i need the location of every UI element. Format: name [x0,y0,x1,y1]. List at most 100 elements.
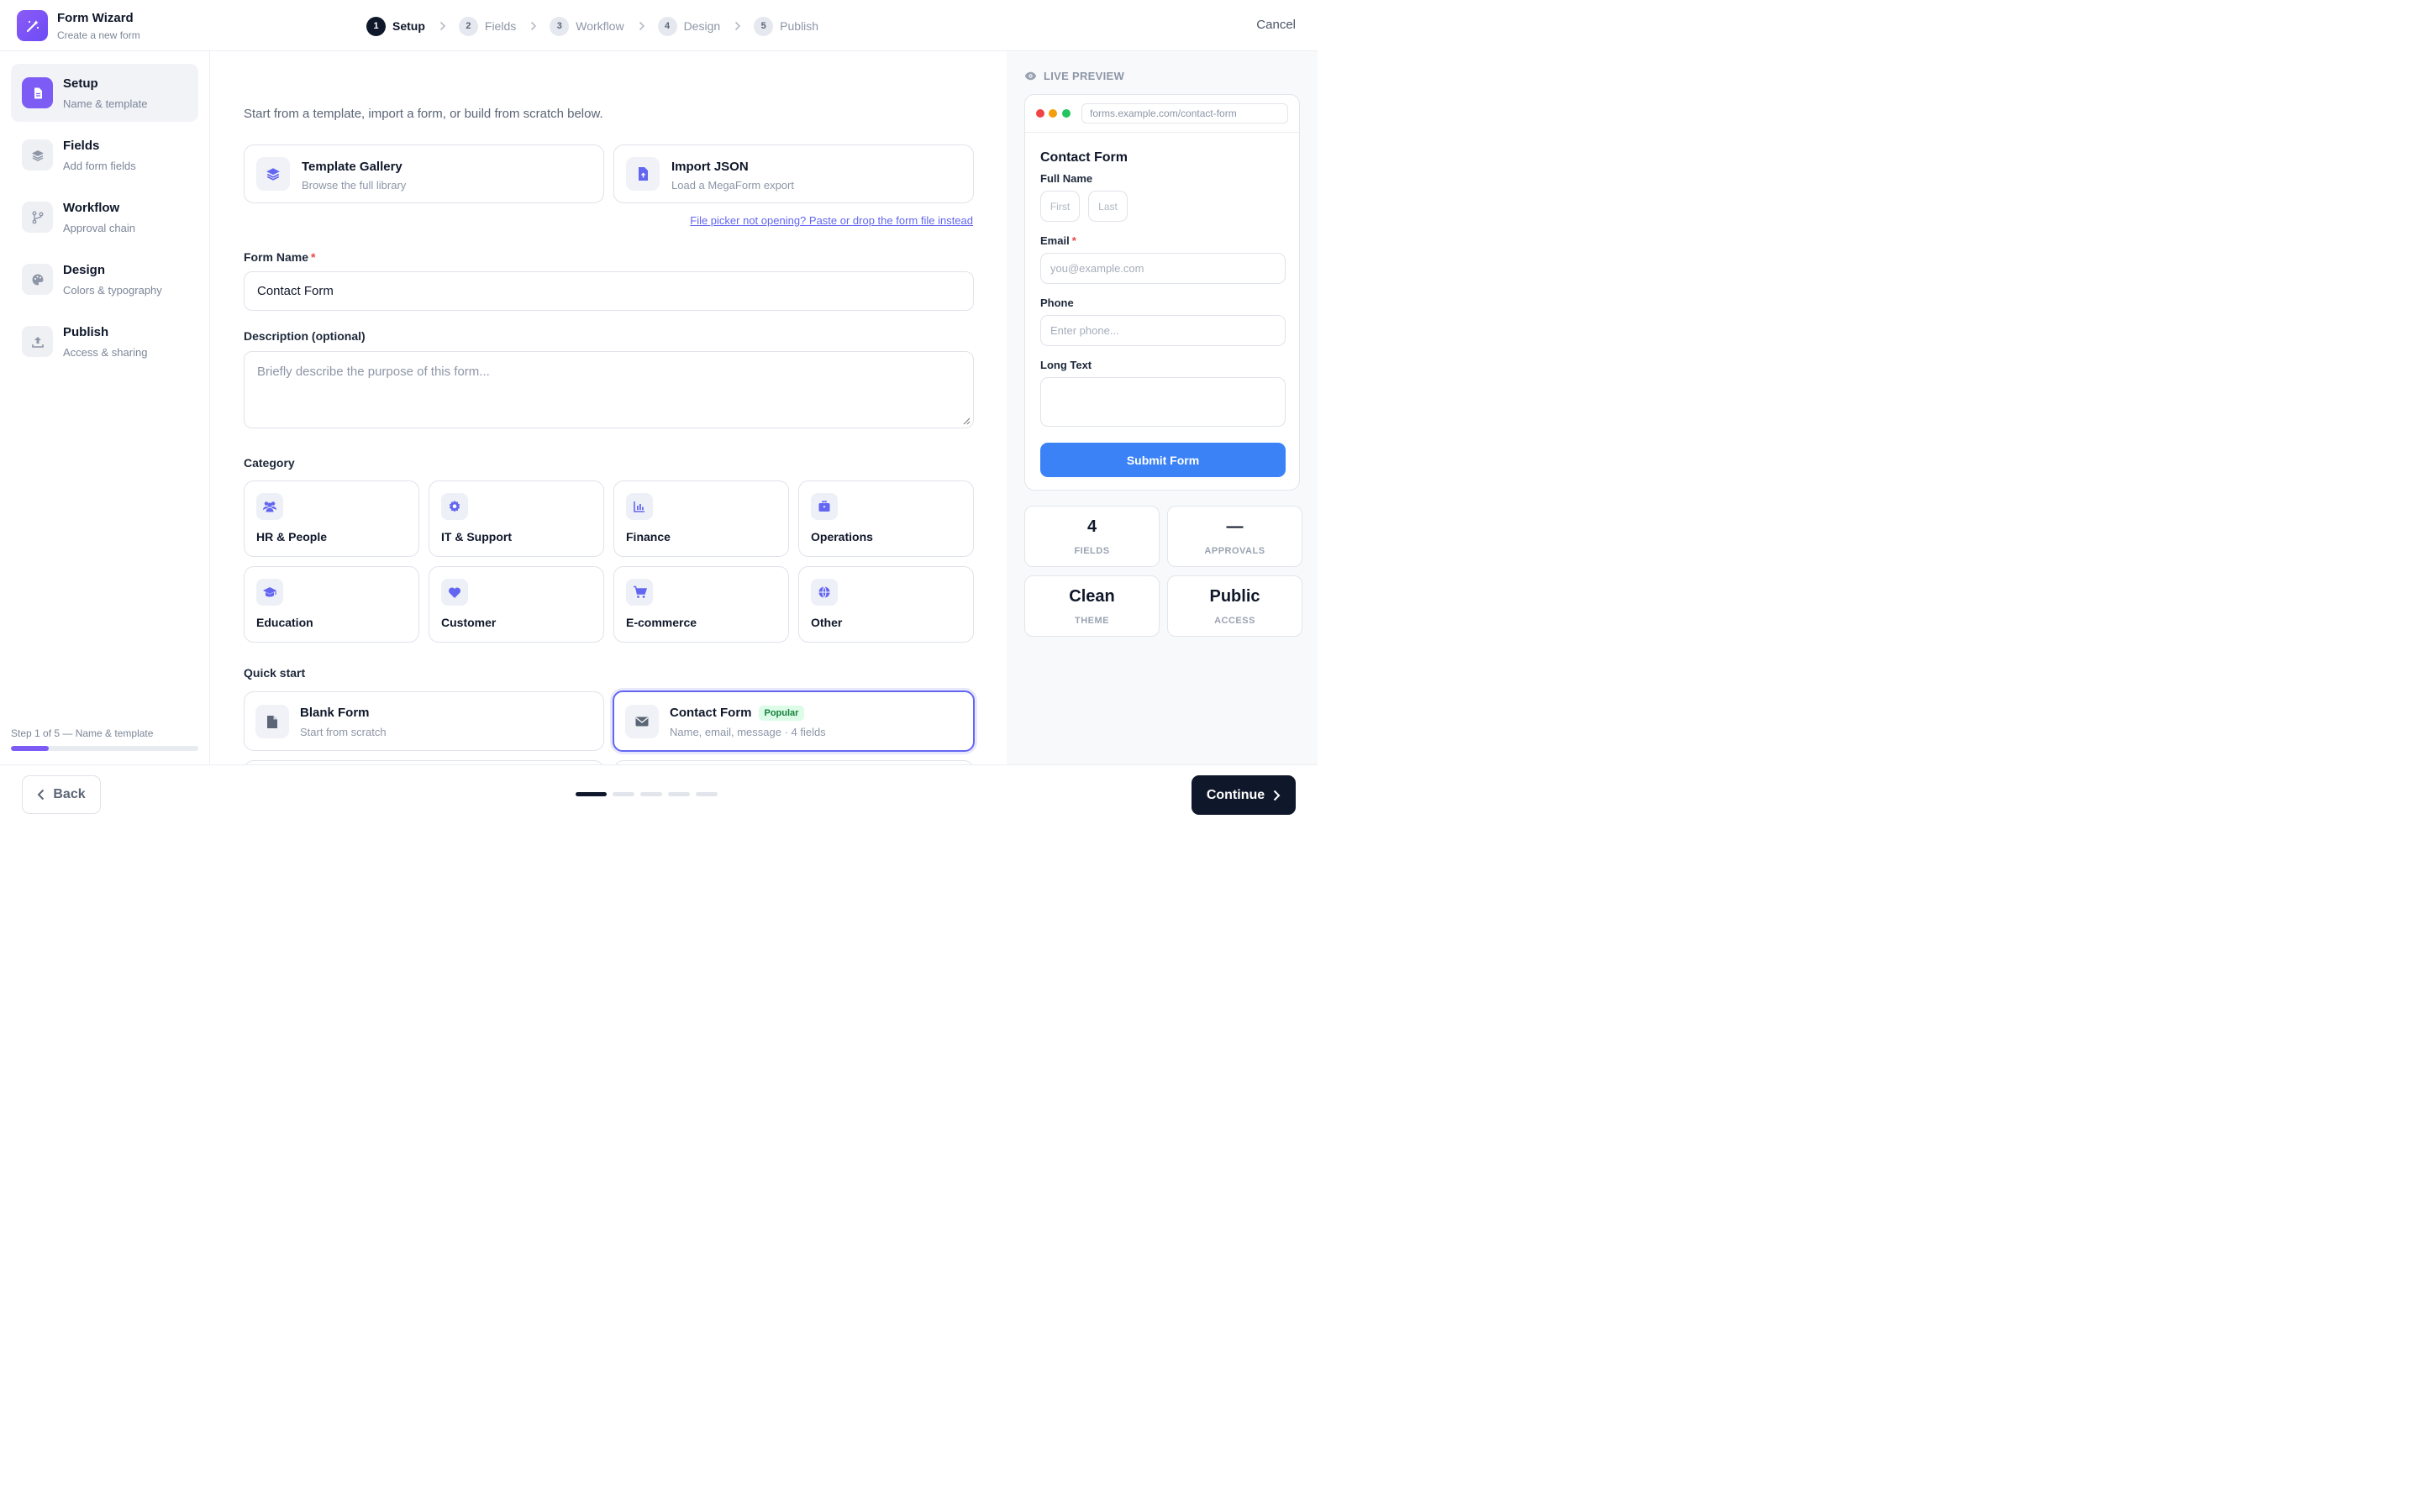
quick-start-title: Contact Form Popular [670,706,805,721]
top-bar: Form Wizard Create a new form 1 Setup 2 … [0,0,1318,51]
preview-long-text-input[interactable] [1040,377,1286,427]
stat-access: Public ACCESS [1167,575,1302,637]
continue-button[interactable]: Continue [1192,775,1296,815]
step-label: Setup [392,19,425,33]
category-education[interactable]: Education [244,566,419,643]
preview-form-title: Contact Form [1040,150,1128,165]
preview-phone-input[interactable]: Enter phone... [1040,315,1286,346]
step-number: 3 [550,16,570,36]
globe-icon [811,579,838,606]
preview-url: forms.example.com/contact-form [1081,103,1288,123]
card-title: Import JSON [671,160,749,174]
back-button[interactable]: Back [22,775,101,814]
preview-email-label: Email * [1040,234,1076,247]
preview-submit-button[interactable]: Submit Form [1040,443,1286,477]
stat-label: THEME [1075,616,1109,626]
category-label: Category [244,456,295,470]
sidebar-item-workflow[interactable]: Workflow Approval chain [11,188,198,246]
category-title: Customer [441,616,497,629]
preview-last-name-input[interactable]: Last [1088,191,1128,222]
category-ecommerce[interactable]: E-commerce [613,566,789,643]
category-it-support[interactable]: IT & Support [429,480,604,557]
sidebar: Setup Name & template Fields Add form fi… [0,51,210,764]
page-dot [613,792,634,796]
step-fields[interactable]: 2 Fields [458,16,517,36]
footer-bar: Back Continue [0,764,1318,823]
document-icon [22,77,53,108]
file-icon [255,705,289,738]
gear-icon [441,493,468,520]
step-design[interactable]: 4 Design [657,16,720,36]
stat-value: Clean [1069,587,1115,606]
form-name-input[interactable]: Contact Form [244,271,974,311]
category-other[interactable]: Other [798,566,974,643]
category-finance[interactable]: Finance [613,480,789,557]
stat-value: — [1226,517,1244,536]
preview-email-input[interactable]: you@example.com [1040,253,1286,284]
category-hr-people[interactable]: HR & People [244,480,419,557]
category-title: HR & People [256,530,328,543]
quick-start-contact-form[interactable]: Contact Form Popular Name, email, message… [613,690,975,752]
progress-label: Step 1 of 5 — Name & template [11,727,154,739]
quick-start-blank-form[interactable]: Blank Form Start from scratch [244,691,604,751]
stat-label: FIELDS [1074,546,1110,556]
eye-icon [1024,71,1037,81]
category-title: Education [256,616,313,629]
stack-icon [256,157,290,191]
step-label: Publish [780,19,819,33]
stat-theme: Clean THEME [1024,575,1160,637]
sidebar-item-setup[interactable]: Setup Name & template [11,64,198,122]
step-label: Fields [484,19,517,33]
quick-start-subtitle: Name, email, message · 4 fields [670,726,826,738]
card-subtitle: Browse the full library [302,179,407,192]
card-title: Template Gallery [302,160,402,174]
quick-start-label: Quick start [244,666,306,680]
required-marker: * [1071,234,1076,247]
quick-start-title-text: Contact Form [670,706,752,720]
progress-bar [11,746,198,751]
category-operations[interactable]: Operations [798,480,974,557]
category-title: Other [811,616,843,629]
category-customer[interactable]: Customer [429,566,604,643]
preview-window: forms.example.com/contact-form Contact F… [1024,94,1300,491]
required-marker: * [311,250,316,264]
template-gallery-card[interactable]: Template Gallery Browse the full library [244,144,604,203]
page-dots [576,792,723,796]
chevron-right-icon [439,21,447,31]
step-number: 4 [657,16,677,36]
popular-badge: Popular [758,706,805,721]
app-subtitle: Create a new form [57,29,140,41]
preview-first-name-input[interactable]: First [1040,191,1080,222]
heart-icon [441,579,468,606]
upload-icon [22,326,53,357]
resize-handle-icon[interactable] [963,417,971,425]
maximize-dot-icon [1062,109,1071,118]
file-picker-help-link[interactable]: File picker not opening? Paste or drop t… [690,214,973,227]
description-textarea[interactable]: Briefly describe the purpose of this for… [244,351,974,428]
sidebar-item-fields[interactable]: Fields Add form fields [11,126,198,184]
sidebar-item-title: Fields [63,139,100,153]
stat-value: 4 [1086,517,1097,536]
sidebar-item-subtitle: Add form fields [63,160,136,172]
intro-text: Start from a template, import a form, or… [244,107,603,121]
magic-wand-icon [17,10,48,41]
sidebar-item-subtitle: Name & template [63,97,148,110]
main-content: Start from a template, import a form, or… [210,51,1007,764]
sidebar-item-design[interactable]: Design Colors & typography [11,250,198,308]
briefcase-icon [811,493,838,520]
step-indicator: 1 Setup 2 Fields 3 Workflow 4 Design 5 P… [366,15,818,37]
sidebar-item-publish[interactable]: Publish Access & sharing [11,312,198,370]
page-dot [576,792,607,796]
back-label: Back [53,787,86,801]
cancel-button[interactable]: Cancel [1256,18,1296,32]
quick-start-subtitle: Start from scratch [300,726,387,738]
stat-label: ACCESS [1214,616,1255,626]
step-publish[interactable]: 5 Publish [754,16,819,36]
page-dot [640,792,662,796]
app-title: Form Wizard [57,11,134,25]
step-workflow[interactable]: 3 Workflow [550,16,624,36]
step-setup[interactable]: 1 Setup [366,16,425,36]
import-json-card[interactable]: Import JSON Load a MegaForm export [613,144,974,203]
step-number: 1 [366,16,386,36]
close-dot-icon [1036,109,1044,118]
